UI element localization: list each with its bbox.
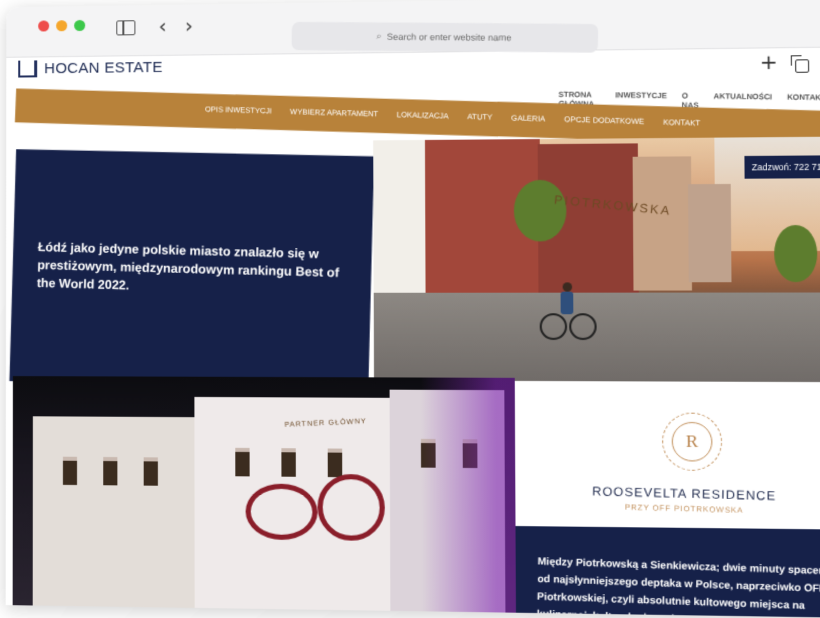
close-window-button[interactable] (38, 20, 50, 32)
mainnav-gallery[interactable]: GALERIA (511, 113, 545, 123)
window (281, 448, 296, 477)
back-icon[interactable]: ‹ (159, 14, 167, 38)
window (103, 456, 118, 486)
street-pavement (373, 292, 820, 383)
purple-light (420, 377, 516, 613)
cyclist (539, 282, 597, 341)
tree (513, 179, 567, 242)
tab-overview-icon[interactable] (795, 59, 810, 73)
residence-logo-icon: R (661, 412, 723, 472)
window (235, 447, 250, 477)
mainnav-description[interactable]: OPIS INWESTYCJI (205, 105, 272, 116)
new-tab-icon[interactable]: + (760, 49, 778, 74)
topnav-contact[interactable]: KONTAKT (787, 92, 820, 111)
mainnav-location[interactable]: LOKALIZACJA (397, 110, 449, 121)
browser-window: ‹ › ⌕ Search or enter website name + HOC… (5, 0, 820, 618)
mainnav-advantages[interactable]: ATUTY (467, 112, 492, 122)
browser-toolbar: ‹ › ⌕ Search or enter website name (6, 0, 820, 58)
site-logo[interactable]: HOCAN ESTATE (18, 59, 163, 78)
window (327, 448, 343, 478)
phone-badge[interactable]: Zadzwoń: 722 712 002 (744, 155, 820, 179)
building (688, 183, 732, 283)
zoom-window-button[interactable] (74, 19, 86, 32)
search-icon: ⌕ (376, 31, 382, 42)
projection-mark (317, 473, 385, 542)
window (62, 456, 78, 486)
residence-logo-letters: R (671, 421, 713, 462)
building (632, 156, 693, 291)
mainnav-contact[interactable]: KONTAKT (663, 117, 700, 127)
location-description: Między Piotrkowską a Sienkiewicza; dwie … (536, 556, 820, 618)
forward-icon[interactable]: › (185, 13, 193, 37)
projection-mark (245, 483, 318, 541)
window (143, 457, 158, 486)
minimize-window-button[interactable] (56, 20, 68, 32)
brand-name: HOCAN ESTATE (44, 58, 163, 78)
partner-building-photo (12, 376, 516, 613)
hero-headline: Łódź jako jedyne polskie miasto znalazło… (36, 239, 340, 293)
address-bar[interactable]: ⌕ Search or enter website name (291, 21, 599, 53)
address-bar-placeholder: Search or enter website name (386, 31, 512, 43)
facade (32, 416, 205, 611)
sidebar-toggle-icon[interactable] (116, 20, 136, 36)
logo-mark-icon (18, 60, 38, 78)
tree (773, 224, 818, 283)
